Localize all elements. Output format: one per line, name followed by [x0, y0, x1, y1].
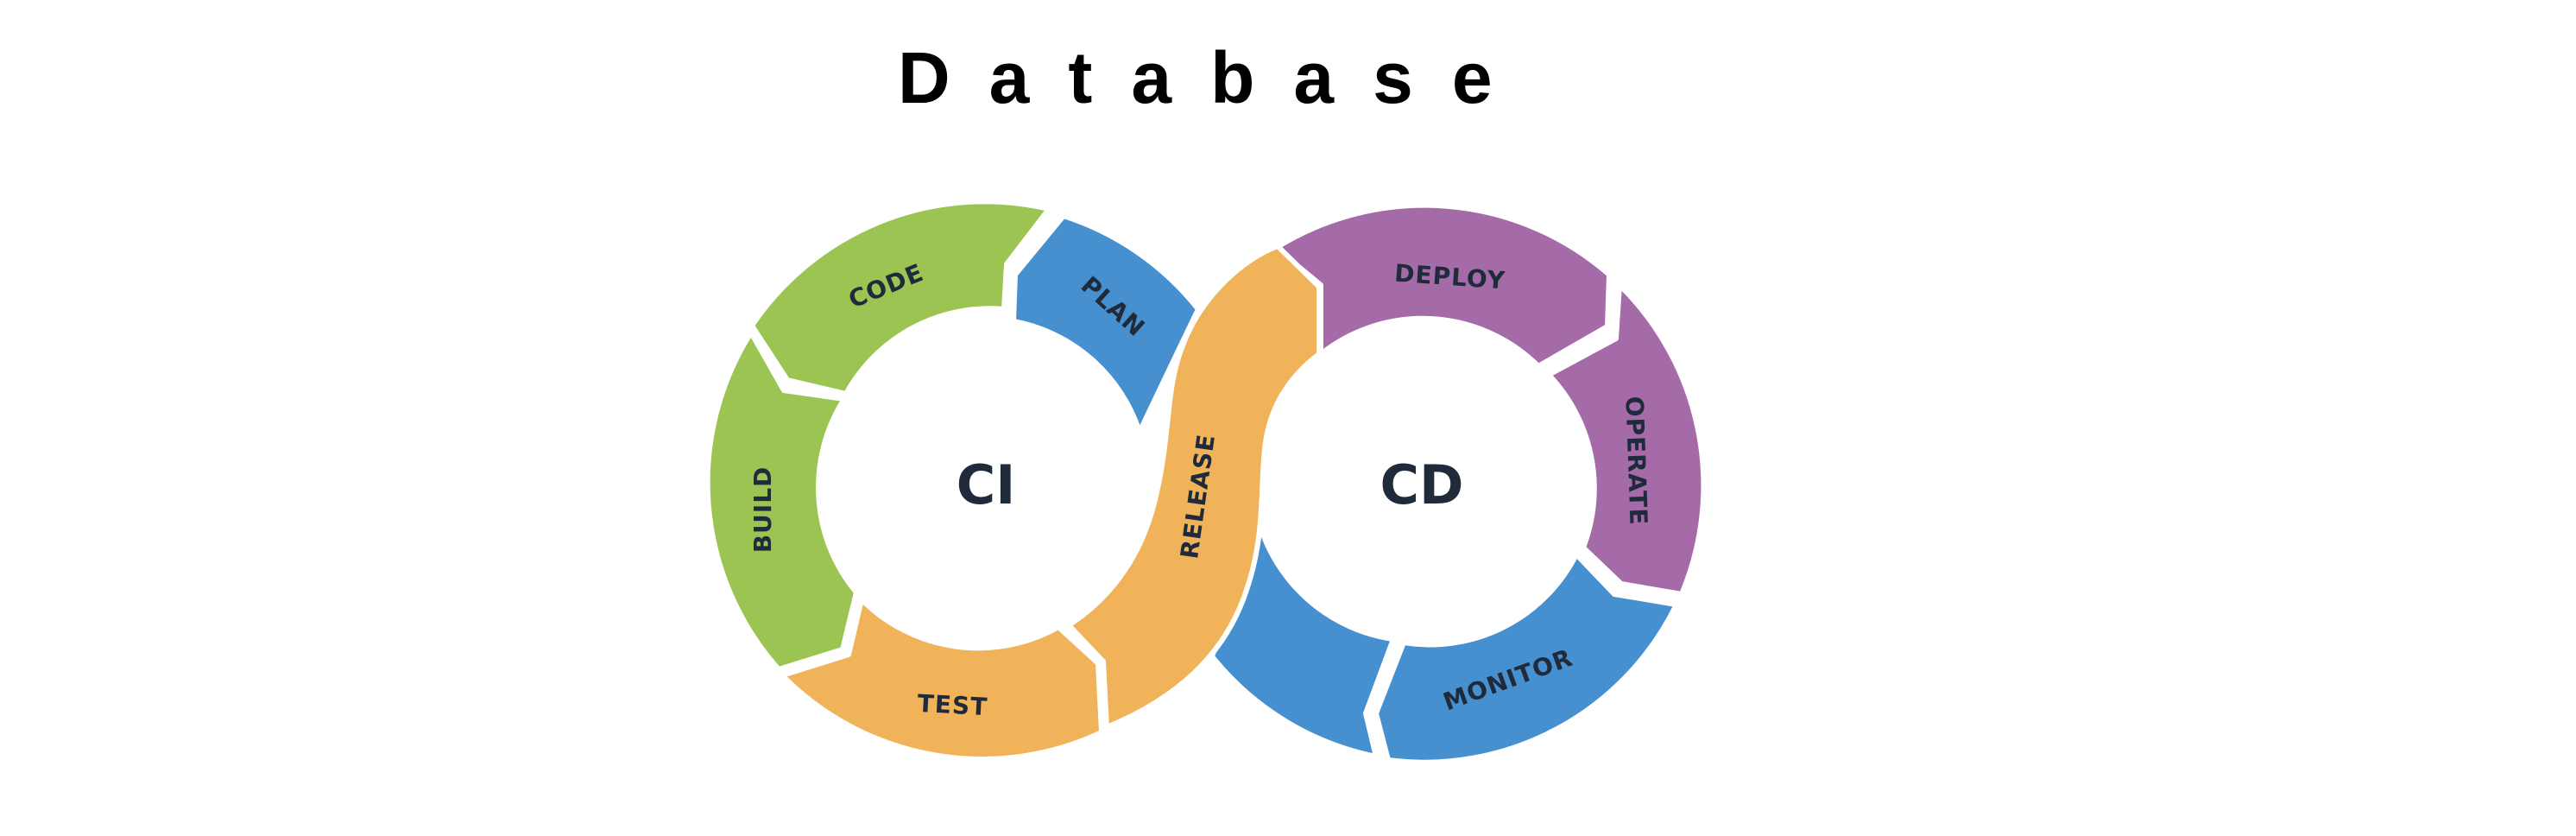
stage-build-label: BUILD	[748, 466, 777, 554]
ci-cd-infinity-diagram: CI CD CODE PLAN BUILD TEST RELEASE DEPLO…	[704, 199, 1707, 765]
stage-code-segment	[749, 199, 1051, 396]
stage-operate-label: OPERATE	[1619, 396, 1652, 526]
ci-hub-label: CI	[957, 453, 1016, 516]
cd-hub-label: CD	[1380, 453, 1464, 516]
stage-test-label: TEST	[917, 689, 988, 721]
